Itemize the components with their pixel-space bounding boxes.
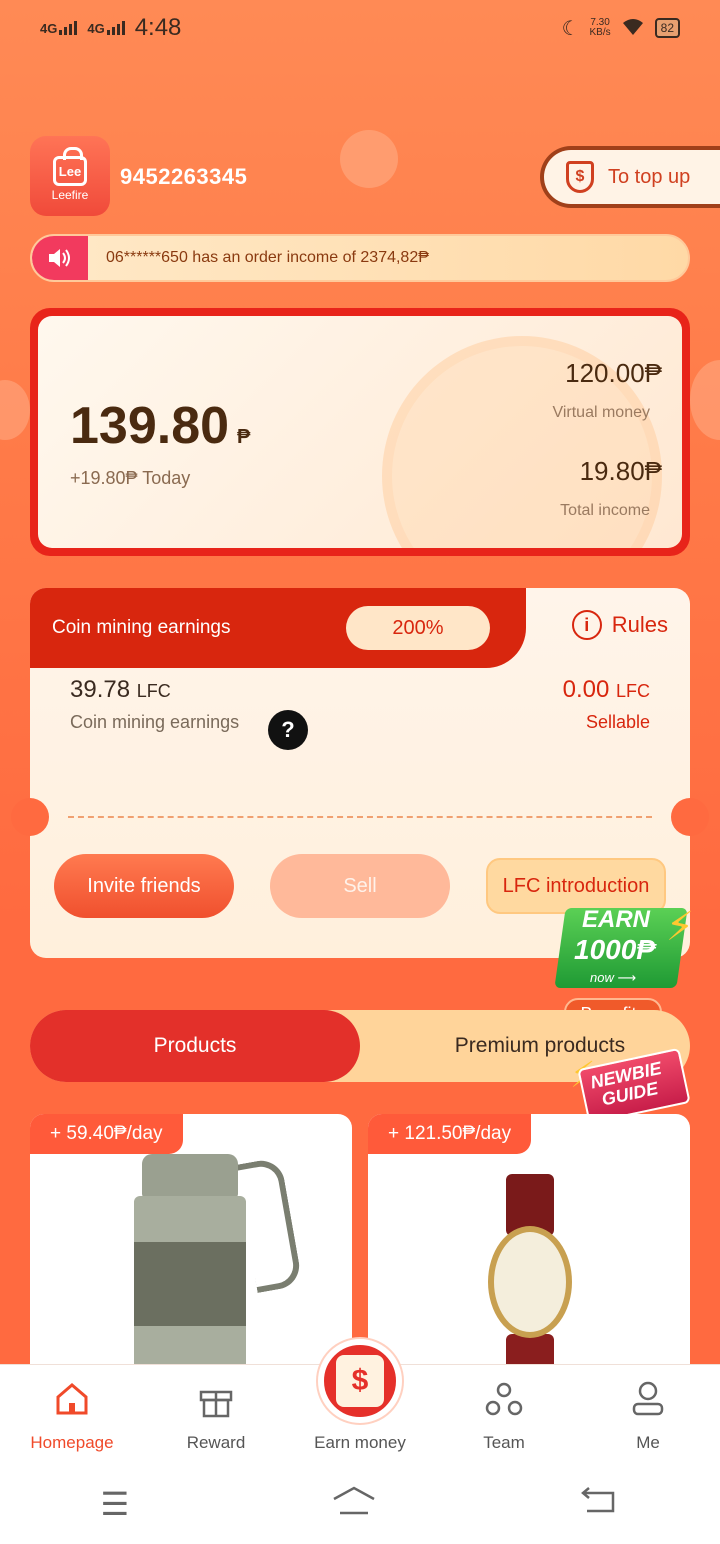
today-income: +19.80₱ Today xyxy=(70,468,191,488)
help-icon[interactable]: ? xyxy=(268,710,308,750)
clock: 4:48 xyxy=(134,14,182,41)
speed-unit: KB/s xyxy=(589,27,611,38)
tab-earn-money-label: Earn money xyxy=(314,1433,406,1452)
daily-income-tag: + 59.40₱/day xyxy=(30,1114,183,1154)
balance-panel: 139.80 ₱ +19.80₱ Today 120.00₱ Virtual mo… xyxy=(38,316,682,548)
virtual-money-value: 120.00₱ xyxy=(565,358,662,388)
system-nav-bar: ☰ xyxy=(0,1464,720,1544)
earn-badge-line3: now ⟶ xyxy=(590,970,637,985)
network-type: 4G xyxy=(87,21,105,36)
lfc-unit: LFC xyxy=(136,681,171,701)
signal-icon: 4G xyxy=(87,21,125,36)
status-bar: 4G 4G 4:48 ☾ 7.30 KB/s 82 xyxy=(0,0,720,56)
logo-brand: Leefire xyxy=(51,188,89,202)
top-up-button[interactable]: $ To top up xyxy=(540,146,720,208)
tab-team[interactable]: Team xyxy=(444,1379,564,1453)
tab-products[interactable]: Products xyxy=(30,1010,360,1082)
gift-icon xyxy=(196,1379,236,1419)
tab-homepage[interactable]: Homepage xyxy=(12,1379,132,1453)
info-icon: i xyxy=(571,610,602,640)
balance-card: 139.80 ₱ +19.80₱ Today 120.00₱ Virtual mo… xyxy=(30,308,690,556)
logo-text: Lee xyxy=(58,163,82,179)
logo-bag-icon: Lee xyxy=(53,147,87,186)
lfc-value: 39.78 xyxy=(70,676,131,703)
app-logo: Lee Leefire xyxy=(30,136,110,216)
earn-promo-badge[interactable]: EARN 1000₱ now ⟶ ⚡ xyxy=(554,900,694,994)
menu-icon[interactable]: ☰ xyxy=(101,1485,130,1523)
tab-me-label: Me xyxy=(636,1433,660,1452)
earn-badge-line1: EARN xyxy=(582,906,651,933)
top-up-label: To top up xyxy=(608,165,691,188)
total-income-value: 19.80₱ xyxy=(579,456,662,486)
team-icon xyxy=(484,1379,524,1419)
header: Lee Leefire 9452263345 $ To top up xyxy=(30,136,720,216)
tab-reward[interactable]: Reward xyxy=(156,1379,276,1453)
sellable-value: 0.00 xyxy=(562,676,610,703)
newbie-guide-badge[interactable]: ⚡ NEWBIEGUIDE xyxy=(570,1047,691,1125)
invite-friends-button[interactable]: Invite friends xyxy=(54,854,234,918)
speaker-icon xyxy=(32,236,88,280)
earn-badge-line2: 1000₱ xyxy=(574,934,655,965)
home-nav-icon[interactable] xyxy=(330,1485,378,1523)
sellable-label: Sellable xyxy=(585,712,650,732)
background-decoration xyxy=(0,380,30,440)
total-income-label: Total income xyxy=(560,502,650,519)
moon-icon: ☾ xyxy=(561,17,580,40)
user-id: 9452263345 xyxy=(120,164,248,189)
bottom-tab-bar: Homepage Reward $ Earn money Team Me xyxy=(0,1339,720,1464)
product-card[interactable]: + 59.40₱/day xyxy=(30,1114,352,1374)
currency-symbol: ₱ xyxy=(237,426,251,448)
sellable-unit: LFC xyxy=(615,681,650,701)
sellable-amount: 0.00 LFC xyxy=(563,676,650,704)
announcement-text: 06******650 has an order income of 2374,… xyxy=(106,249,429,266)
user-icon xyxy=(628,1379,668,1419)
divider xyxy=(68,816,652,818)
announcement-bar[interactable]: 06******650 has an order income of 2374,… xyxy=(30,234,690,282)
tab-me[interactable]: Me xyxy=(588,1379,708,1453)
virtual-money-label: Virtual money xyxy=(552,404,650,421)
ticket-notch xyxy=(11,798,49,836)
tab-team-label: Team xyxy=(483,1433,525,1452)
wifi-icon xyxy=(621,17,645,40)
background-decoration xyxy=(690,360,720,440)
balance-value: 139.80 xyxy=(70,397,230,455)
tab-earn-money[interactable]: Earn money xyxy=(300,1379,420,1453)
home-icon xyxy=(52,1379,92,1419)
mining-earnings-label: Coin mining earnings xyxy=(70,712,240,732)
battery-icon: 82 xyxy=(654,18,680,38)
mining-rate-badge: 200% xyxy=(346,606,490,650)
daily-income-tag: + 121.50₱/day xyxy=(368,1114,532,1154)
network-speed: 7.30 KB/s xyxy=(590,18,611,38)
signal-icon: 4G xyxy=(40,21,78,36)
mining-tab-label: Coin mining earnings xyxy=(52,617,231,638)
sell-button[interactable]: Sell xyxy=(270,854,450,918)
bottle-image xyxy=(134,1154,303,1374)
watch-image xyxy=(484,1174,576,1374)
tab-reward-label: Reward xyxy=(186,1433,246,1452)
balance-amount: 139.80 ₱ xyxy=(70,396,250,456)
mining-earnings-amount: 39.78 LFC xyxy=(70,676,171,704)
back-icon[interactable] xyxy=(579,1485,619,1523)
wallet-icon: $ xyxy=(566,161,594,193)
rules-button[interactable]: i Rules xyxy=(571,610,668,640)
tab-spacer xyxy=(340,1379,380,1419)
network-type: 4G xyxy=(40,21,58,36)
tab-homepage-label: Homepage xyxy=(30,1433,114,1452)
lightning-icon: ⚡ xyxy=(665,905,694,949)
rules-label: Rules xyxy=(611,612,668,637)
product-card[interactable]: + 121.50₱/day xyxy=(368,1114,690,1374)
ticket-notch xyxy=(671,798,709,836)
